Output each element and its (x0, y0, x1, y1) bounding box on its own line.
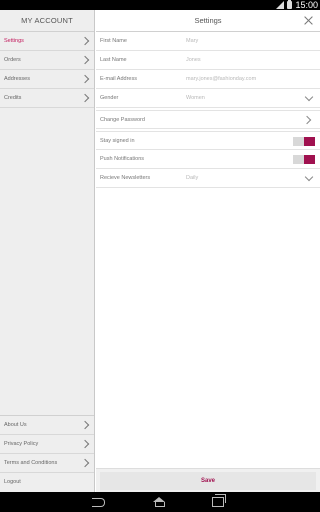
gender-value: Women (186, 95, 205, 101)
gender-select[interactable]: Gender Women (96, 89, 320, 108)
save-bar: Save (96, 468, 320, 492)
system-nav-bar (0, 492, 320, 512)
sidebar-item-label: Credits (4, 95, 22, 101)
newsletters-value: Daily (186, 175, 199, 181)
sidebar-footer-links: About Us Privacy Policy Terms and Condit… (0, 415, 94, 492)
last-name-input[interactable]: Jones (186, 51, 201, 70)
push-notifications-label: Push Notifications (100, 156, 145, 162)
push-notifications-toggle[interactable] (293, 155, 315, 164)
chevron-right-icon (80, 458, 90, 468)
chevron-right-icon (80, 36, 90, 46)
change-password-label: Change Password (100, 117, 145, 123)
settings-panel: Settings First Name Mary Last Name Jones… (96, 10, 320, 492)
chevron-right-icon (80, 74, 90, 84)
chevron-right-icon (302, 115, 312, 125)
field-label: Gender (100, 95, 119, 101)
field-label: E-mail Address (100, 76, 137, 82)
sidebar-item-orders[interactable]: Orders (0, 51, 94, 70)
chevron-right-icon (80, 420, 90, 430)
chevron-right-icon (80, 439, 90, 449)
newsletters-label: Recieve Newsletters (100, 175, 151, 181)
chevron-right-icon (80, 93, 90, 103)
app-window: MY ACCOUNT Settings Orders Addresses Cre… (0, 10, 320, 492)
sidebar-item-settings[interactable]: Settings (0, 32, 94, 51)
first-name-input[interactable]: Mary (186, 32, 198, 51)
sidebar-item-label: Privacy Policy (4, 441, 39, 447)
recent-apps-icon[interactable] (212, 494, 226, 507)
chevron-right-icon (80, 55, 90, 65)
first-name-field[interactable]: First Name Mary (96, 32, 320, 51)
newsletters-select[interactable]: Recieve Newsletters Daily (96, 169, 320, 188)
battery-icon (287, 0, 293, 9)
status-time: 15:00 (295, 0, 318, 10)
toggle-knob (304, 155, 315, 164)
stay-signed-in-row: Stay signed in (96, 131, 320, 150)
toggle-knob (304, 137, 315, 146)
sidebar-item-label: Terms and Conditions (4, 460, 58, 466)
home-icon[interactable] (152, 497, 166, 507)
field-label: Last Name (100, 57, 127, 63)
last-name-field[interactable]: Last Name Jones (96, 51, 320, 70)
push-notifications-row: Push Notifications (96, 150, 320, 169)
sidebar-item-privacy-policy[interactable]: Privacy Policy (0, 435, 94, 454)
back-icon[interactable] (92, 498, 108, 507)
email-field[interactable]: E-mail Address mary.jones@fashionday.com (96, 70, 320, 89)
account-sidebar: MY ACCOUNT Settings Orders Addresses Cre… (0, 10, 95, 492)
sidebar-item-terms[interactable]: Terms and Conditions (0, 454, 94, 473)
save-button[interactable]: Save (100, 472, 316, 490)
settings-header: Settings (96, 10, 320, 32)
chevron-down-icon (304, 92, 314, 102)
status-bar: 15:00 (0, 0, 320, 10)
sidebar-item-logout[interactable]: Logout (0, 473, 94, 492)
sidebar-item-label: Logout (4, 479, 21, 485)
close-icon[interactable] (304, 16, 313, 25)
sidebar-item-label: Addresses (4, 76, 30, 82)
sidebar-item-credits[interactable]: Credits (0, 89, 94, 108)
stay-signed-in-label: Stay signed in (100, 138, 135, 144)
signal-icon (276, 1, 285, 9)
sidebar-item-about-us[interactable]: About Us (0, 416, 94, 435)
email-input[interactable]: mary.jones@fashionday.com (186, 70, 256, 89)
sidebar-item-label: About Us (4, 422, 27, 428)
sidebar-title: MY ACCOUNT (0, 10, 94, 32)
sidebar-item-label: Settings (4, 38, 24, 44)
page-title: Settings (194, 16, 222, 25)
stay-signed-in-toggle[interactable] (293, 137, 315, 146)
field-label: First Name (100, 38, 127, 44)
change-password-row[interactable]: Change Password (96, 110, 320, 129)
chevron-down-icon (304, 172, 314, 182)
sidebar-item-addresses[interactable]: Addresses (0, 70, 94, 89)
sidebar-item-label: Orders (4, 57, 21, 63)
